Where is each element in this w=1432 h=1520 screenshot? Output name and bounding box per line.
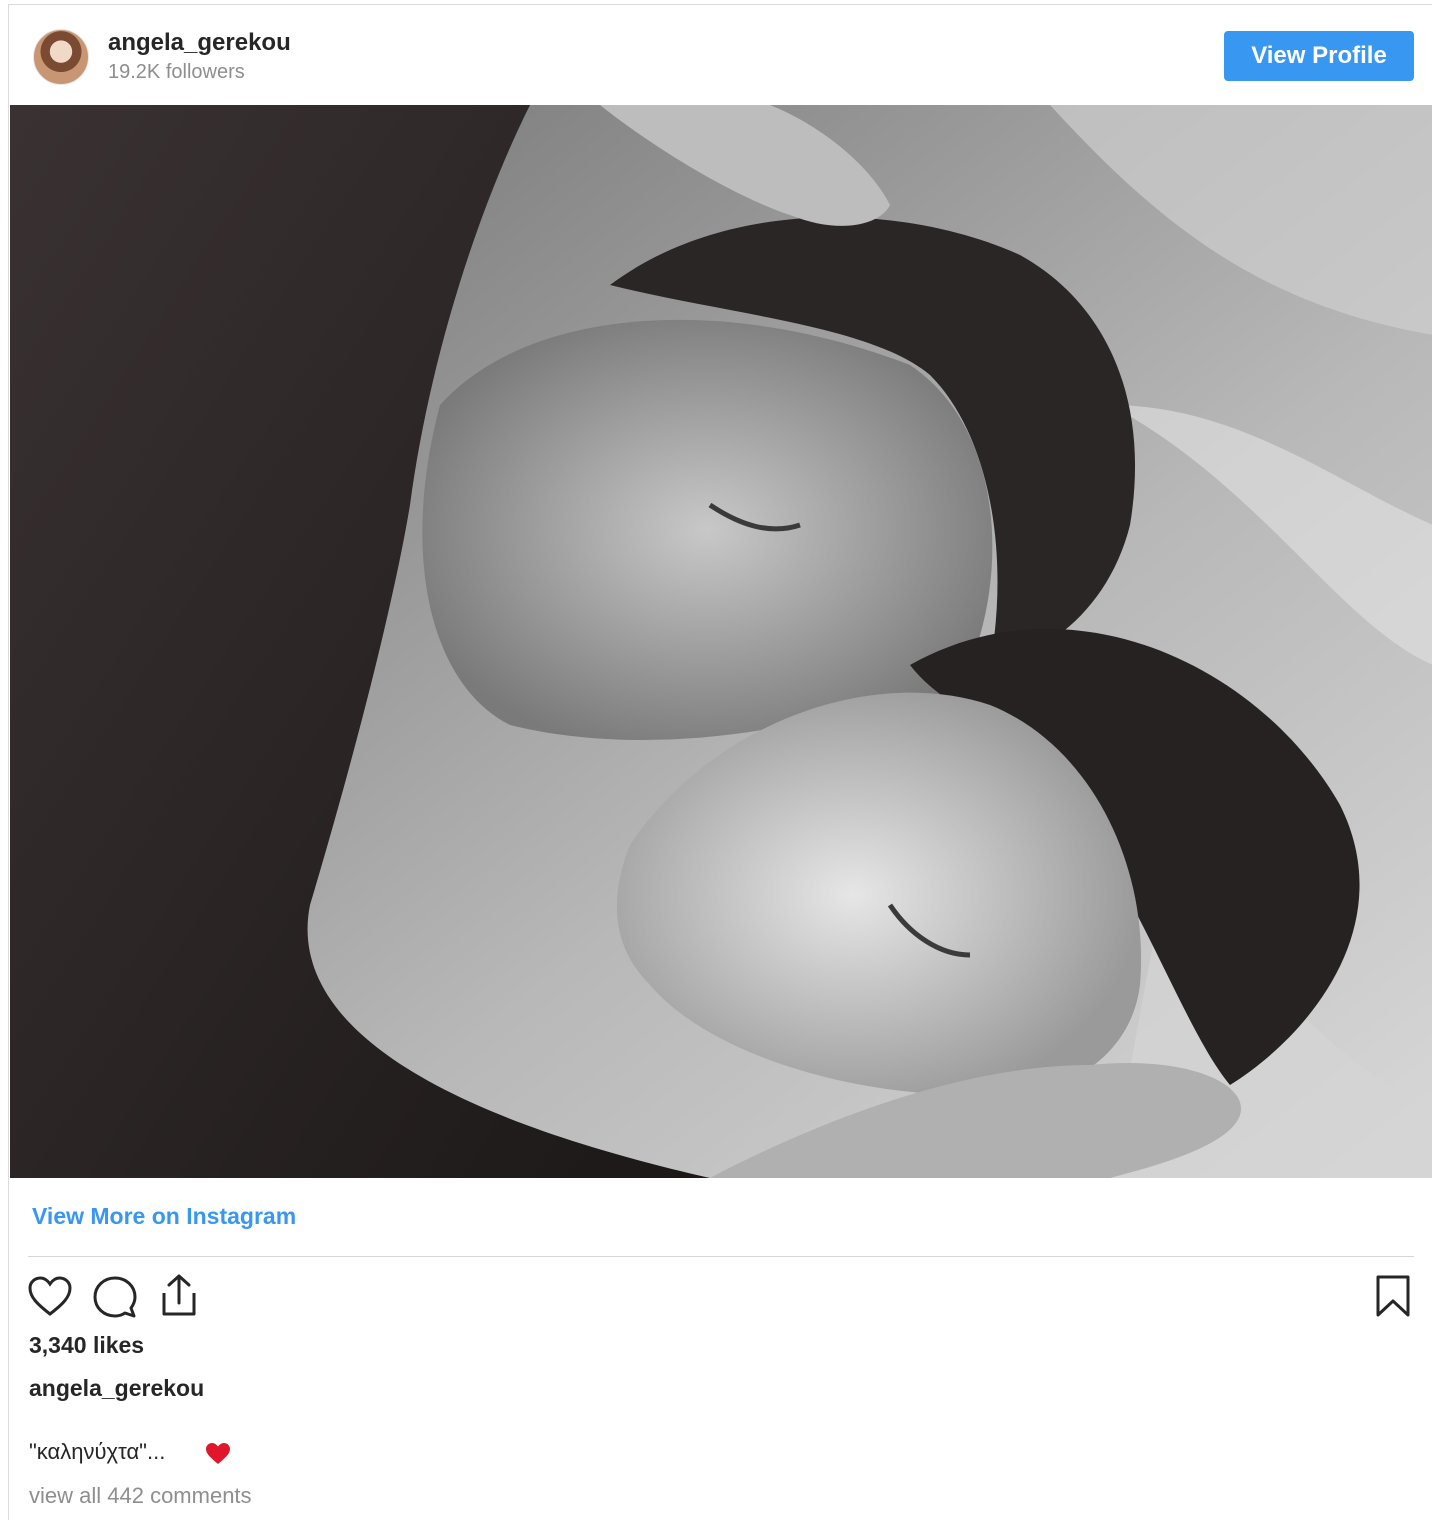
view-profile-button[interactable]: View Profile bbox=[1224, 31, 1414, 81]
divider bbox=[28, 1256, 1414, 1257]
heart-outline-icon[interactable] bbox=[27, 1275, 73, 1322]
post-photo-graphic bbox=[10, 105, 1432, 1178]
profile-avatar[interactable] bbox=[33, 29, 89, 85]
like-count[interactable]: 3,340 likes bbox=[29, 1332, 144, 1359]
post-header: angela_gerekou 19.2K followers View Prof… bbox=[9, 5, 1432, 105]
share-upload-icon[interactable] bbox=[159, 1273, 199, 1322]
view-more-on-instagram-link[interactable]: View More on Instagram bbox=[32, 1203, 296, 1230]
bookmark-icon[interactable] bbox=[1375, 1274, 1411, 1323]
caption-text: "καληνύχτα"... bbox=[29, 1439, 166, 1464]
red-heart-emoji-icon bbox=[205, 1442, 231, 1471]
view-all-comments-link[interactable]: view all 442 comments bbox=[29, 1483, 252, 1509]
follower-count: 19.2K followers bbox=[108, 61, 245, 83]
instagram-embed-card: angela_gerekou 19.2K followers View Prof… bbox=[8, 4, 1432, 1520]
post-image[interactable] bbox=[10, 105, 1432, 1178]
caption-username[interactable]: angela_gerekou bbox=[29, 1375, 204, 1402]
comment-bubble-icon[interactable] bbox=[93, 1275, 137, 1324]
profile-username[interactable]: angela_gerekou bbox=[108, 29, 291, 57]
